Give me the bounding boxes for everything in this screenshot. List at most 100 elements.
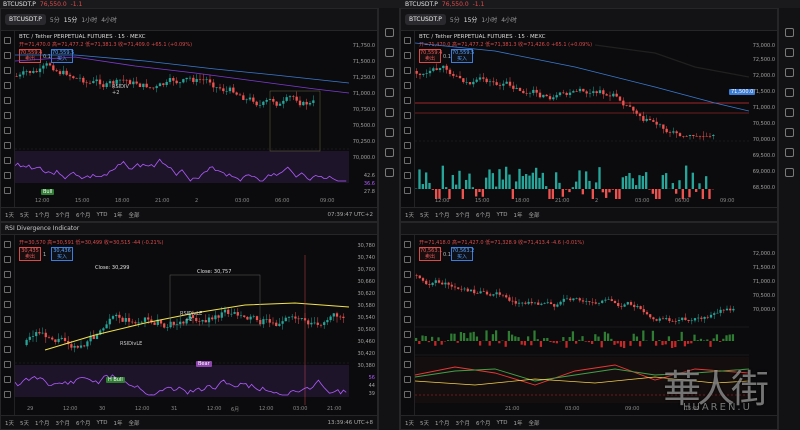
hotlist-icon[interactable]: [785, 88, 794, 97]
lock-icon[interactable]: [404, 172, 411, 179]
alert-icon[interactable]: [385, 48, 394, 57]
chart-pane-top-left[interactable]: BTCUSDT.P 5分 15分 1小时 4小时 BTC / Tether PE…: [0, 8, 378, 222]
calendar-icon[interactable]: [785, 108, 794, 117]
lock-icon[interactable]: [404, 376, 411, 383]
period-6m[interactable]: 6个月: [476, 211, 491, 219]
brush-icon[interactable]: [404, 286, 411, 293]
period-1y[interactable]: 1年: [513, 211, 522, 219]
fib-icon[interactable]: [404, 67, 411, 74]
brush-icon[interactable]: [4, 286, 11, 293]
symbol-button[interactable]: BTCUSDT.P: [405, 14, 446, 25]
period-ytd[interactable]: YTD: [97, 212, 108, 218]
interval-4h[interactable]: 4小时: [501, 15, 517, 24]
crosshair-icon[interactable]: [404, 37, 411, 44]
chart-pane-top-right[interactable]: BTCUSDT.P 5分 15分 1小时 4小时 BTC / Tether PE…: [400, 8, 778, 222]
period-5d[interactable]: 5天: [20, 419, 29, 427]
period-all[interactable]: 全部: [528, 211, 539, 219]
interval-4h[interactable]: 4小时: [101, 15, 117, 24]
fib-icon[interactable]: [4, 271, 11, 278]
period-5d[interactable]: 5天: [420, 419, 429, 427]
period-1m[interactable]: 1个月: [35, 419, 50, 427]
watchlist-icon[interactable]: [385, 28, 394, 37]
period-1m[interactable]: 1个月: [435, 419, 450, 427]
period-1d[interactable]: 1天: [5, 419, 14, 427]
symbol-label[interactable]: BTCUSDT.P: [405, 1, 438, 8]
chat-icon[interactable]: [385, 148, 394, 157]
lock-icon[interactable]: [4, 376, 11, 383]
candlestick-chart[interactable]: RSIDIV +2: [15, 31, 349, 199]
alert-icon[interactable]: [785, 48, 794, 57]
chat-icon[interactable]: [785, 148, 794, 157]
period-6m[interactable]: 6个月: [76, 211, 91, 219]
watchlist-icon[interactable]: [785, 28, 794, 37]
magnet-icon[interactable]: [4, 157, 11, 164]
period-6m[interactable]: 6个月: [476, 419, 491, 427]
period-1y[interactable]: 1年: [113, 419, 122, 427]
lock-icon[interactable]: [4, 172, 11, 179]
zoom-icon[interactable]: [404, 142, 411, 149]
trendline-icon[interactable]: [404, 256, 411, 263]
fib-icon[interactable]: [404, 271, 411, 278]
trash-icon[interactable]: [404, 187, 411, 194]
period-ytd[interactable]: YTD: [497, 420, 508, 426]
interval-1h[interactable]: 1小时: [481, 15, 497, 24]
crosshair-icon[interactable]: [404, 241, 411, 248]
period-ytd[interactable]: YTD: [97, 420, 108, 426]
period-all[interactable]: 全部: [128, 211, 139, 219]
candlestick-chart[interactable]: Close: 30,299 Close: 30,757 RSIDivLE RSI…: [15, 235, 349, 407]
text-icon[interactable]: [4, 97, 11, 104]
measure-icon[interactable]: [404, 127, 411, 134]
candlestick-chart[interactable]: [415, 31, 749, 199]
symbol-label[interactable]: BTCUSDT.P: [3, 1, 36, 8]
fib-icon[interactable]: [4, 67, 11, 74]
symbol-button[interactable]: BTCUSDT.P: [5, 14, 46, 25]
period-3m[interactable]: 3个月: [56, 211, 71, 219]
ideas-icon[interactable]: [785, 128, 794, 137]
brush-icon[interactable]: [4, 82, 11, 89]
pattern-icon[interactable]: [404, 316, 411, 323]
period-1m[interactable]: 1个月: [35, 211, 50, 219]
measure-icon[interactable]: [4, 331, 11, 338]
period-1d[interactable]: 1天: [5, 211, 14, 219]
pattern-icon[interactable]: [4, 316, 11, 323]
text-icon[interactable]: [404, 97, 411, 104]
price-axis[interactable]: 30,780 30,740 30,700 30,660 30,620 30,58…: [347, 235, 377, 415]
trash-icon[interactable]: [4, 391, 11, 398]
interval-5m[interactable]: 5分: [450, 15, 460, 24]
period-ytd[interactable]: YTD: [497, 212, 508, 218]
interval-5m[interactable]: 5分: [50, 15, 60, 24]
period-3m[interactable]: 3个月: [456, 211, 471, 219]
notification-icon[interactable]: [385, 168, 394, 177]
data-window-icon[interactable]: [385, 68, 394, 77]
zoom-icon[interactable]: [4, 346, 11, 353]
crosshair-icon[interactable]: [4, 37, 11, 44]
pattern-icon[interactable]: [404, 112, 411, 119]
chart-pane-bottom-left[interactable]: RSI Divergence Indicator 开=30,570 高=30,5…: [0, 222, 378, 430]
price-axis[interactable]: 73,000.0 72,500.0 72,000.0 71,500.0 71,0…: [747, 31, 777, 207]
trendline-icon[interactable]: [404, 52, 411, 59]
interval-15m[interactable]: 15分: [464, 15, 478, 24]
pattern-icon[interactable]: [4, 112, 11, 119]
brush-icon[interactable]: [404, 82, 411, 89]
period-1y[interactable]: 1年: [513, 419, 522, 427]
calendar-icon[interactable]: [385, 108, 394, 117]
measure-icon[interactable]: [404, 331, 411, 338]
crosshair-icon[interactable]: [4, 241, 11, 248]
zoom-icon[interactable]: [404, 346, 411, 353]
hotlist-icon[interactable]: [385, 88, 394, 97]
trendline-icon[interactable]: [4, 52, 11, 59]
magnet-icon[interactable]: [404, 157, 411, 164]
period-5d[interactable]: 5天: [20, 211, 29, 219]
period-3m[interactable]: 3个月: [56, 419, 71, 427]
zoom-icon[interactable]: [4, 142, 11, 149]
price-axis[interactable]: 71,750.0 71,500.0 71,250.0 71,000.0 70,7…: [347, 31, 377, 207]
trash-icon[interactable]: [404, 391, 411, 398]
notification-icon[interactable]: [785, 168, 794, 177]
period-all[interactable]: 全部: [528, 419, 539, 427]
period-1y[interactable]: 1年: [113, 211, 122, 219]
measure-icon[interactable]: [4, 127, 11, 134]
data-window-icon[interactable]: [785, 68, 794, 77]
text-icon[interactable]: [404, 301, 411, 308]
interval-15m[interactable]: 15分: [64, 15, 78, 24]
magnet-icon[interactable]: [404, 361, 411, 368]
